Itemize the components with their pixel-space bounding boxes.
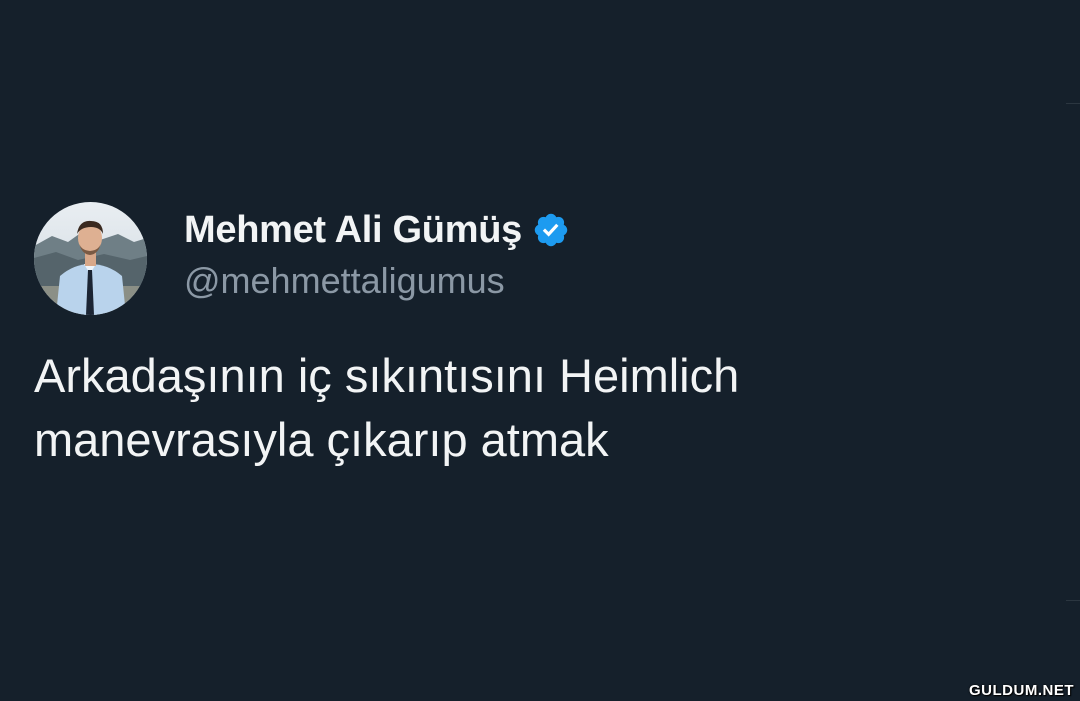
author-handle[interactable]: @mehmettaligumus: [184, 258, 505, 304]
watermark: GULDUM.NET: [969, 682, 1074, 699]
profile-photo-icon: [34, 202, 147, 315]
author-name-row[interactable]: Mehmet Ali Gümüş: [184, 206, 570, 254]
verified-badge-icon: [534, 213, 568, 247]
tweet-screenshot: Mehmet Ali Gümüş @mehmettaligumus Arkada…: [0, 0, 1080, 701]
tweet-text: Arkadaşının iç sıkıntısını Heimlich mane…: [34, 349, 740, 466]
author-display-name[interactable]: Mehmet Ali Gümüş: [184, 206, 522, 254]
divider-top: [1066, 103, 1080, 104]
divider-bottom: [1066, 600, 1080, 601]
avatar[interactable]: [34, 202, 147, 315]
